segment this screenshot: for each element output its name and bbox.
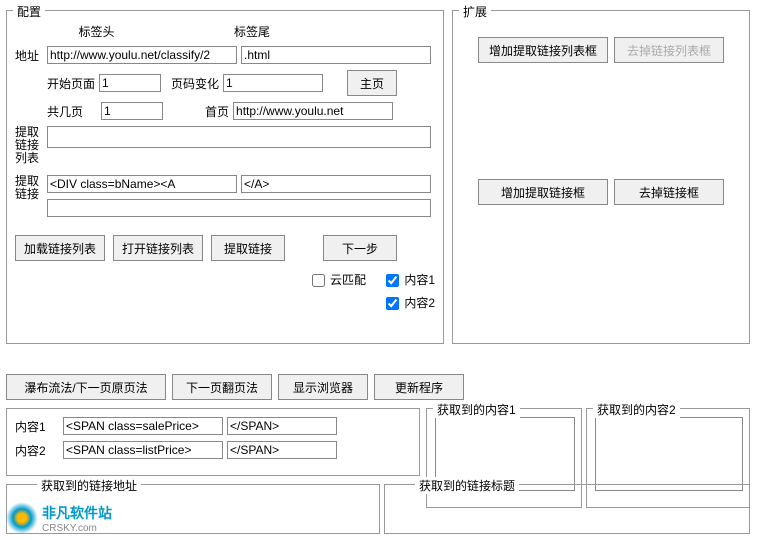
extension-title: 扩展 [459, 3, 491, 20]
load-list-button[interactable]: 加载链接列表 [15, 235, 105, 261]
watermark: 非凡软件站 CRSKY.com [6, 502, 112, 534]
link-tail-input[interactable] [241, 175, 431, 193]
start-page-label: 开始页面 [47, 75, 95, 92]
tag-tail-label: 标签尾 [222, 23, 282, 40]
content-fieldset: 内容1 内容2 [6, 408, 420, 476]
first-page-label: 首页 [205, 103, 229, 120]
home-button[interactable]: 主页 [347, 70, 397, 96]
extract-list-input[interactable] [47, 126, 431, 148]
nextpage-button[interactable]: 下一页翻页法 [172, 374, 272, 400]
first-page-url-input[interactable] [233, 102, 393, 120]
add-link-list-button[interactable]: 增加提取链接列表框 [478, 37, 608, 63]
watermark-name: 非凡软件站 [42, 503, 112, 523]
address-head-input[interactable] [47, 46, 237, 64]
content1-checkbox-label[interactable]: 内容1 [386, 271, 435, 288]
watermark-sub: CRSKY.com [42, 523, 112, 534]
page-change-input[interactable] [223, 74, 323, 92]
result-content2-title: 获取到的内容2 [593, 401, 680, 418]
result-content2-area[interactable] [595, 417, 743, 491]
address-label: 地址 [15, 47, 43, 64]
link-title-fieldset: 获取到的链接标题 [384, 484, 750, 534]
config-title: 配置 [13, 3, 45, 20]
mid-button-row: 瀑布流法/下一页原页法 下一页翻页法 显示浏览器 更新程序 [6, 374, 464, 400]
update-button[interactable]: 更新程序 [374, 374, 464, 400]
content2-checkbox-label[interactable]: 内容2 [386, 294, 435, 311]
content2-label: 内容2 [15, 442, 59, 459]
add-link-button[interactable]: 增加提取链接框 [478, 179, 608, 205]
tag-head-label: 标签头 [49, 23, 144, 40]
address-tail-input[interactable] [241, 46, 431, 64]
content1-head-input[interactable] [63, 417, 223, 435]
content2-tail-input[interactable] [227, 441, 337, 459]
open-list-button[interactable]: 打开链接列表 [113, 235, 203, 261]
remove-link-list-button[interactable]: 去掉链接列表框 [614, 37, 724, 63]
content1-checkbox[interactable] [386, 274, 399, 287]
total-pages-input[interactable] [101, 102, 163, 120]
watermark-icon [6, 502, 38, 534]
waterfall-button[interactable]: 瀑布流法/下一页原页法 [6, 374, 166, 400]
extract-list-label: 提取 链接 列表 [15, 126, 43, 165]
extract-link-label: 提取 链接 [15, 175, 43, 201]
next-step-button[interactable]: 下一步 [323, 235, 397, 261]
link-extra-input[interactable] [47, 199, 431, 217]
content2-head-input[interactable] [63, 441, 223, 459]
content1-tail-input[interactable] [227, 417, 337, 435]
page-change-label: 页码变化 [171, 75, 219, 92]
remove-link-button[interactable]: 去掉链接框 [614, 179, 724, 205]
link-head-input[interactable] [47, 175, 237, 193]
config-fieldset: 配置 标签头 标签尾 地址 开始页面 页码变化 主页 共几页 首页 提取 链接 … [6, 10, 444, 344]
result-content1-title: 获取到的内容1 [433, 401, 520, 418]
cloud-match-checkbox-label[interactable]: 云匹配 [312, 271, 366, 288]
content2-checkbox[interactable] [386, 297, 399, 310]
show-browser-button[interactable]: 显示浏览器 [278, 374, 368, 400]
cloud-match-checkbox[interactable] [312, 274, 325, 287]
extract-link-button[interactable]: 提取链接 [211, 235, 285, 261]
extension-fieldset: 扩展 增加提取链接列表框 去掉链接列表框 增加提取链接框 去掉链接框 [452, 10, 750, 344]
link-address-title: 获取到的链接地址 [37, 477, 141, 494]
link-title-title: 获取到的链接标题 [415, 477, 519, 494]
start-page-input[interactable] [99, 74, 161, 92]
total-pages-label: 共几页 [47, 103, 83, 120]
content1-label: 内容1 [15, 418, 59, 435]
